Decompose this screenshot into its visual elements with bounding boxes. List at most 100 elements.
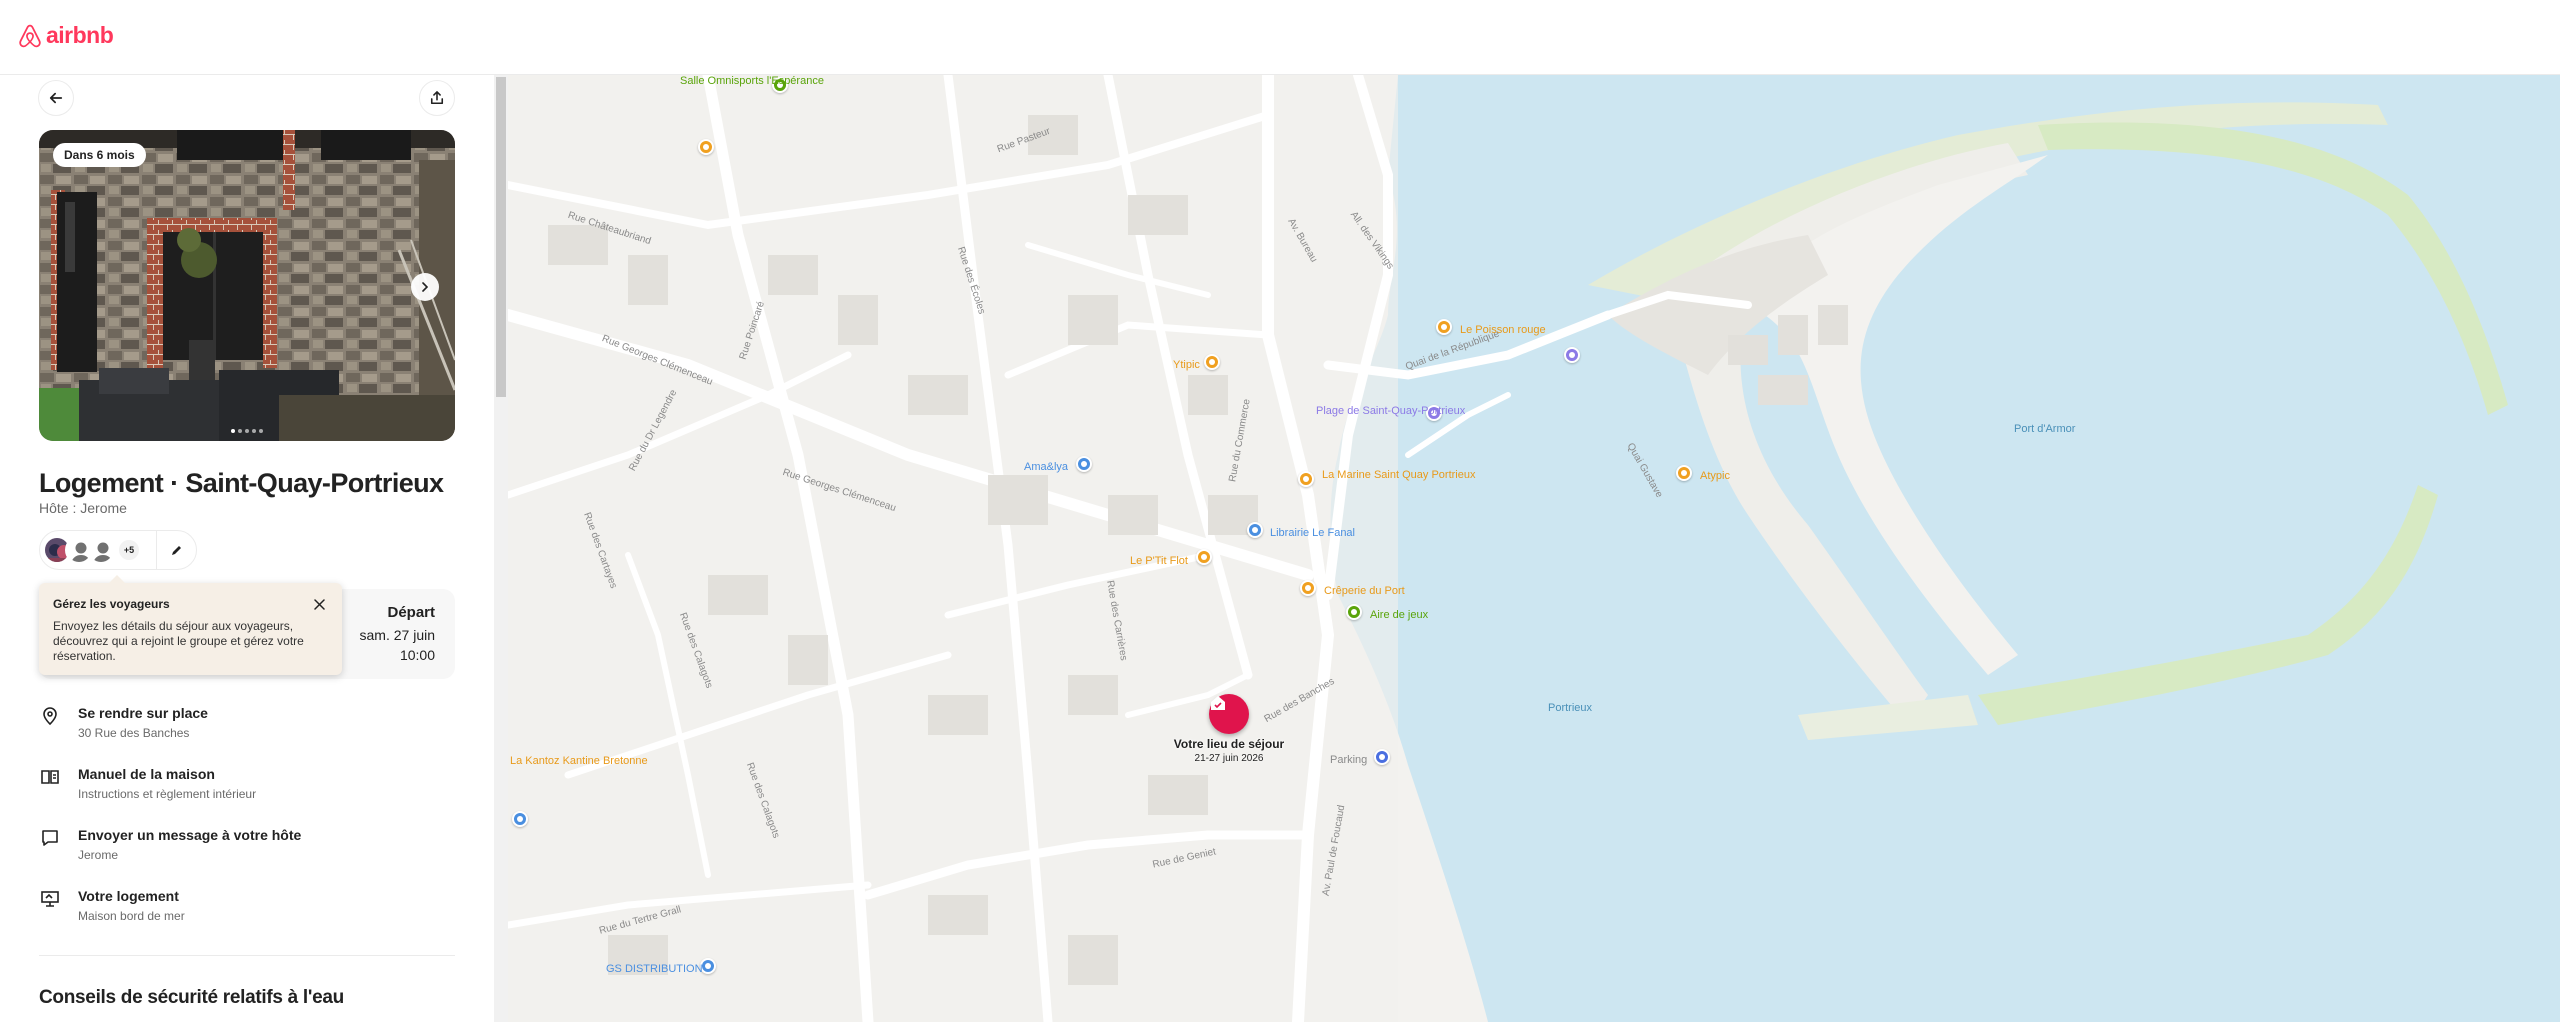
location-pin-icon bbox=[39, 705, 61, 727]
checkout-info: Départ sam. 27 juin 10:00 bbox=[360, 604, 435, 663]
pagination-dot[interactable] bbox=[238, 429, 242, 433]
menu-item-directions[interactable]: Se rendre sur place 30 Rue des Banches bbox=[39, 705, 455, 766]
home-icon bbox=[1211, 696, 1225, 710]
share-icon bbox=[430, 91, 444, 105]
poi-label: Plage de Saint-Quay-Portrieux bbox=[1316, 405, 1466, 417]
poi-label: Librairie Le Fanal bbox=[1270, 527, 1355, 539]
safety-section-title: Conseils de sécurité relatifs à l'eau bbox=[39, 987, 344, 1008]
menu-item-title: Votre logement bbox=[78, 888, 179, 904]
poi-pin-restaurant[interactable] bbox=[1298, 471, 1314, 487]
stay-location-label: Votre lieu de séjour 21-27 juin 2026 bbox=[1164, 737, 1294, 764]
airbnb-logo-icon bbox=[19, 24, 41, 47]
poi-label: Aire de jeux bbox=[1370, 609, 1429, 621]
poi-pin-restaurant[interactable] bbox=[1300, 580, 1316, 596]
restaurant-icon bbox=[1209, 359, 1215, 365]
poi-label: Salle Omnisports l'Espérance bbox=[680, 75, 824, 87]
poi-pin-beach[interactable] bbox=[1564, 347, 1580, 363]
beach-icon bbox=[1569, 352, 1575, 358]
menu-item-house-manual[interactable]: Manuel de la maison Instructions et règl… bbox=[39, 766, 455, 827]
message-icon bbox=[39, 827, 61, 849]
restaurant-icon bbox=[1201, 554, 1207, 560]
logo-text: airbnb bbox=[46, 22, 114, 48]
menu-item-title: Envoyer un message à votre hôte bbox=[78, 827, 302, 843]
edit-guests-button[interactable] bbox=[156, 530, 196, 570]
poi-label: Parking bbox=[1330, 754, 1368, 766]
house-manual-icon bbox=[39, 766, 61, 788]
arrow-left-icon bbox=[49, 92, 63, 104]
restaurant-icon bbox=[1305, 585, 1311, 591]
poi-pin-shop[interactable] bbox=[1247, 522, 1263, 538]
poi-pin-restaurant[interactable] bbox=[1676, 465, 1692, 481]
menu-item-subtitle: Maison bord de mer bbox=[78, 909, 185, 923]
shop-icon bbox=[705, 963, 711, 969]
checkout-label: Départ bbox=[387, 604, 435, 621]
pagination-dot[interactable] bbox=[259, 429, 263, 433]
shop-icon bbox=[1252, 527, 1258, 533]
pagination-dot[interactable] bbox=[231, 429, 235, 433]
poi-label: Ytipic bbox=[1173, 359, 1200, 371]
avatar-placeholder[interactable] bbox=[87, 536, 115, 564]
poi-label: La Kantoz Kantine Bretonne bbox=[510, 755, 648, 767]
menu-item-subtitle: Jerome bbox=[78, 848, 119, 862]
menu-item-title: Manuel de la maison bbox=[78, 766, 215, 782]
poi-label: La Marine Saint Quay Portrieux bbox=[1322, 469, 1476, 481]
menu-item-title: Se rendre sur place bbox=[78, 705, 208, 721]
poi-label: GS DISTRIBUTION bbox=[606, 963, 703, 975]
poi-label: Atypic bbox=[1700, 470, 1730, 482]
poi-pin-restaurant[interactable] bbox=[1204, 354, 1220, 370]
restaurant-icon bbox=[1441, 324, 1447, 330]
airbnb-logo[interactable]: airbnb bbox=[18, 22, 114, 49]
panel-scrollbar[interactable] bbox=[494, 75, 508, 1022]
poi-label: Crêperie du Port bbox=[1324, 585, 1405, 597]
pagination-dot[interactable] bbox=[252, 429, 256, 433]
map-view[interactable]: Port d'Armor Portrieux Rue Pasteur Rue C… bbox=[508, 75, 2560, 1022]
top-header: airbnb bbox=[0, 0, 2560, 75]
tooltip-close-button[interactable] bbox=[310, 595, 328, 613]
trip-panel: Dans 6 mois Logement · Saint-Quay-Portri… bbox=[0, 75, 494, 1022]
person-icon bbox=[93, 542, 113, 562]
menu-item-message-host[interactable]: Envoyer un message à votre hôte Jerome bbox=[39, 827, 455, 888]
listing-title: Logement · Saint-Quay-Portrieux bbox=[39, 468, 444, 498]
share-button[interactable] bbox=[419, 80, 455, 116]
menu-item-subtitle: Instructions et règlement intérieur bbox=[78, 787, 257, 801]
restaurant-icon bbox=[1303, 476, 1309, 482]
listing-photo-image bbox=[39, 130, 455, 441]
back-button[interactable] bbox=[38, 80, 74, 116]
pencil-icon bbox=[171, 546, 181, 555]
menu-item-subtitle: 30 Rue des Banches bbox=[78, 726, 190, 740]
poi-label: Ama&lya bbox=[1024, 461, 1069, 473]
extra-guests-count[interactable]: +5 bbox=[117, 538, 141, 562]
poi-pin-restaurant[interactable] bbox=[1196, 549, 1212, 565]
tooltip-body: Envoyez les détails du séjour aux voyage… bbox=[53, 619, 304, 663]
listing-photo[interactable]: Dans 6 mois bbox=[39, 130, 455, 441]
photo-next-button[interactable] bbox=[411, 273, 439, 301]
checkout-date: sam. 27 juin bbox=[359, 627, 435, 643]
map-canvas bbox=[508, 75, 2560, 1022]
poi-pin-parking[interactable] bbox=[1374, 749, 1390, 765]
checkout-time: 10:00 bbox=[399, 647, 435, 663]
scrollbar-thumb[interactable] bbox=[496, 77, 506, 397]
poi-pin-shop[interactable] bbox=[1076, 456, 1092, 472]
restaurant-icon bbox=[1681, 470, 1687, 476]
water-label-portrieux: Portrieux bbox=[1548, 702, 1593, 714]
stay-title: Votre lieu de séjour bbox=[1173, 737, 1285, 751]
poi-pin-park[interactable] bbox=[1346, 604, 1362, 620]
pagination-dot[interactable] bbox=[245, 429, 249, 433]
park-icon bbox=[1351, 609, 1357, 615]
shop-icon bbox=[1081, 461, 1087, 467]
section-divider bbox=[39, 955, 455, 956]
parking-icon bbox=[1379, 754, 1385, 760]
poi-pin-restaurant[interactable] bbox=[1436, 319, 1452, 335]
poi-label: Le P'Tit Flot bbox=[1130, 555, 1188, 567]
stay-location-pin[interactable] bbox=[1209, 694, 1249, 734]
poi-pin-restaurant[interactable] bbox=[698, 139, 714, 155]
water-label-port: Port d'Armor bbox=[2014, 423, 2076, 435]
photo-pagination bbox=[231, 429, 263, 433]
stay-dates: 21-27 juin 2026 bbox=[1194, 753, 1264, 764]
poi-pin-shop[interactable] bbox=[512, 811, 528, 827]
chevron-right-icon bbox=[422, 282, 429, 292]
shop-icon bbox=[517, 816, 523, 822]
guests-selector[interactable]: +5 bbox=[39, 530, 197, 570]
poi-label: Le Poisson rouge bbox=[1460, 324, 1546, 336]
menu-item-listing[interactable]: Votre logement Maison bord de mer bbox=[39, 888, 455, 949]
